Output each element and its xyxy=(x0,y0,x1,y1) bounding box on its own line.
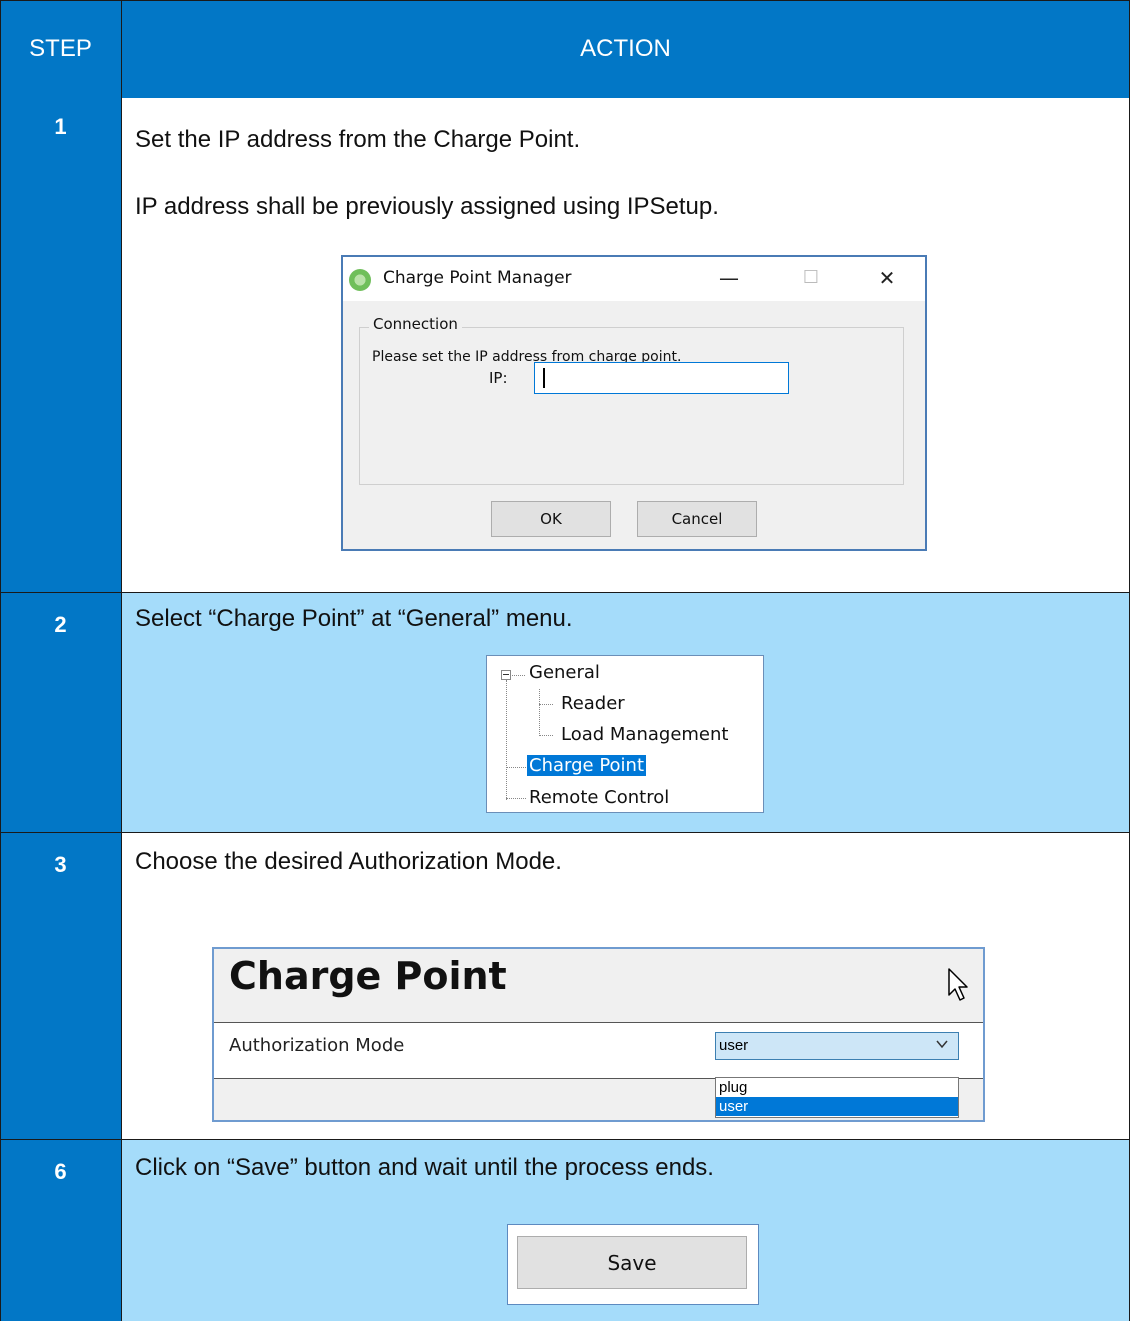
dropdown-option-user[interactable]: user xyxy=(716,1097,958,1116)
step-6-line-1: Click on “Save” button and wait until th… xyxy=(135,1154,714,1181)
collapse-icon[interactable] xyxy=(501,670,511,680)
table-border xyxy=(0,0,1,1321)
dropdown-option-plug[interactable]: plug xyxy=(716,1078,958,1097)
tree-guide-line xyxy=(512,675,525,676)
row-divider xyxy=(0,592,1130,593)
step-number: 2 xyxy=(54,612,67,637)
charge-point-app-icon xyxy=(349,269,371,291)
tree-guide-line xyxy=(539,735,553,736)
step-number: 6 xyxy=(54,1159,67,1184)
step-column-header: STEP xyxy=(0,0,121,98)
tree-guide-line xyxy=(506,767,526,768)
tree-guide-line xyxy=(539,704,553,705)
close-button[interactable]: ✕ xyxy=(867,263,907,293)
column-divider xyxy=(121,0,122,1321)
tree-guide-line xyxy=(506,680,507,800)
mouse-cursor-icon xyxy=(948,968,968,1001)
step-cell-2: 2 xyxy=(0,592,121,832)
tree-item-general[interactable]: General xyxy=(529,662,600,683)
minimize-button[interactable]: — xyxy=(709,263,749,293)
authorization-mode-dropdown: plug user xyxy=(715,1077,959,1118)
tree-item-remote-control[interactable]: Remote Control xyxy=(529,787,669,808)
step-number: 3 xyxy=(54,852,67,877)
ip-input[interactable] xyxy=(534,362,789,394)
step-2-line-1: Select “Charge Point” at “General” menu. xyxy=(135,605,573,632)
step-number: 1 xyxy=(54,114,67,139)
charge-point-panel: Charge Point Authorization Mode user plu… xyxy=(212,947,985,1122)
text-caret xyxy=(543,368,545,388)
save-button[interactable]: Save xyxy=(517,1236,747,1289)
dialog-title-bar: Charge Point Manager — ☐ ✕ xyxy=(343,257,925,301)
panel-title: Charge Point xyxy=(229,954,507,998)
tree-guide-line xyxy=(506,798,526,799)
authorization-mode-row: Authorization Mode user xyxy=(214,1022,983,1079)
ok-button[interactable]: OK xyxy=(491,501,611,537)
authorization-mode-label: Authorization Mode xyxy=(229,1035,405,1056)
save-button-frame: Save xyxy=(507,1224,759,1305)
tree-item-load-management[interactable]: Load Management xyxy=(561,724,728,745)
chevron-down-icon xyxy=(936,1040,948,1049)
tree-item-charge-point[interactable]: Charge Point xyxy=(527,755,647,776)
step-3-line-1: Choose the desired Authorization Mode. xyxy=(135,848,562,875)
action-column-header: ACTION xyxy=(121,0,1130,98)
settings-tree: General Reader Load Management Charge Po… xyxy=(486,655,764,813)
connection-group: Please set the IP address from charge po… xyxy=(359,327,904,485)
step-1-line-2: IP address shall be previously assigned … xyxy=(135,193,719,220)
charge-point-manager-dialog: Charge Point Manager — ☐ ✕ Please set th… xyxy=(341,255,927,551)
tree-guide-line xyxy=(539,689,540,736)
table-border xyxy=(0,0,1130,1)
step-cell-6: 6 xyxy=(0,1139,121,1321)
authorization-mode-select[interactable]: user xyxy=(715,1032,959,1060)
dialog-title: Charge Point Manager xyxy=(383,268,572,288)
ip-label: IP: xyxy=(489,369,508,387)
step-cell-3: 3 xyxy=(0,832,121,1139)
steps-table: STEP ACTION 1 2 3 6 Set the IP address f… xyxy=(0,0,1130,1321)
row-divider xyxy=(0,1139,1130,1140)
step-1-line-1: Set the IP address from the Charge Point… xyxy=(135,126,581,153)
connection-group-label: Connection xyxy=(369,315,462,333)
maximize-button[interactable]: ☐ xyxy=(791,263,831,293)
step-cell-1: 1 xyxy=(0,98,121,592)
tree-item-reader[interactable]: Reader xyxy=(561,693,625,714)
cancel-button[interactable]: Cancel xyxy=(637,501,757,537)
row-divider xyxy=(0,832,1130,833)
